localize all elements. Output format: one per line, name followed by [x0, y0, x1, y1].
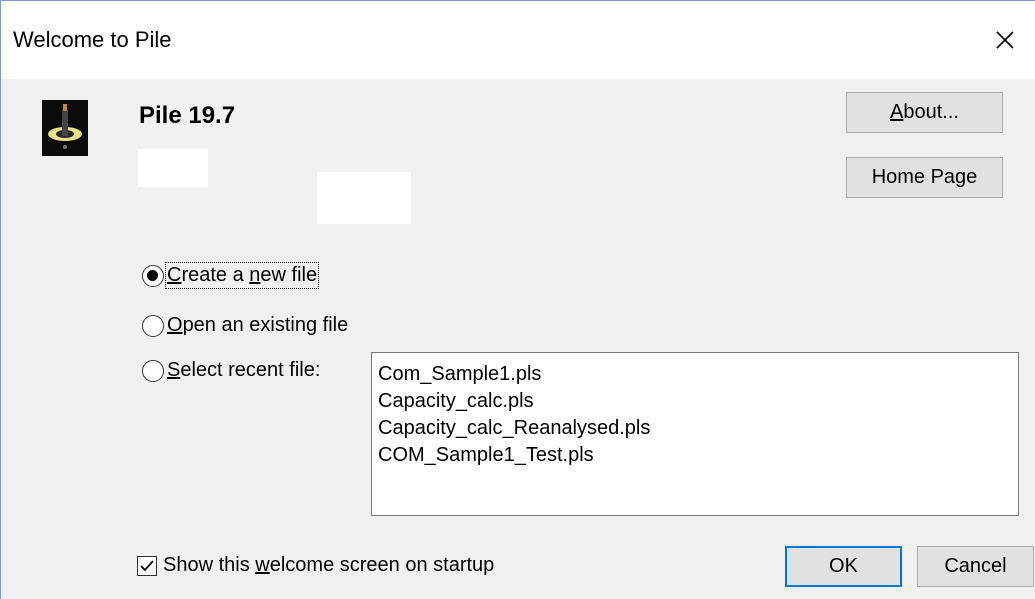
radio-create-new[interactable] [142, 264, 164, 287]
select-recent-label: Select recent file: [167, 359, 321, 381]
checkmark-icon [140, 559, 154, 571]
redacted-area [138, 149, 208, 187]
welcome-dialog: Welcome to Pile Pile 19.7 About... Home … [0, 0, 1035, 599]
pile-app-icon [42, 100, 88, 156]
option-select-recent-file[interactable]: Select recent file: [142, 359, 320, 382]
cancel-button[interactable]: Cancel [917, 546, 1034, 587]
option-open-existing-file[interactable]: Open an existing file [142, 314, 348, 337]
close-button[interactable] [975, 1, 1035, 79]
list-item[interactable]: Capacity_calc_Reanalysed.pls [378, 415, 1012, 442]
list-item[interactable]: Capacity_calc.pls [378, 388, 1012, 415]
about-button[interactable]: About... [846, 92, 1003, 133]
radio-open-existing[interactable] [142, 314, 164, 337]
about-mnemonic: A [890, 101, 904, 123]
about-label: bout... [903, 101, 959, 123]
redacted-area [317, 172, 411, 224]
show-welcome-checkbox[interactable] [137, 555, 157, 576]
recent-files-list[interactable]: Com_Sample1.pls Capacity_calc.pls Capaci… [371, 352, 1019, 516]
list-item[interactable]: Com_Sample1.pls [378, 361, 1012, 388]
list-item[interactable]: COM_Sample1_Test.pls [378, 442, 1012, 469]
show-welcome-option[interactable]: Show this welcome screen on startup [137, 554, 494, 577]
window-title: Welcome to Pile [13, 27, 172, 52]
ok-button[interactable]: OK [785, 546, 902, 587]
app-name-heading: Pile 19.7 [139, 102, 236, 129]
create-new-label: Create a new file [164, 262, 320, 289]
radio-select-recent[interactable] [142, 359, 164, 382]
title-bar: Welcome to Pile [1, 1, 1035, 79]
home-page-button[interactable]: Home Page [846, 157, 1003, 198]
open-existing-label: Open an existing file [167, 314, 349, 336]
show-welcome-label: Show this welcome screen on startup [163, 554, 495, 576]
option-create-new-file[interactable]: Create a new file [142, 262, 320, 289]
close-icon [996, 31, 1014, 49]
